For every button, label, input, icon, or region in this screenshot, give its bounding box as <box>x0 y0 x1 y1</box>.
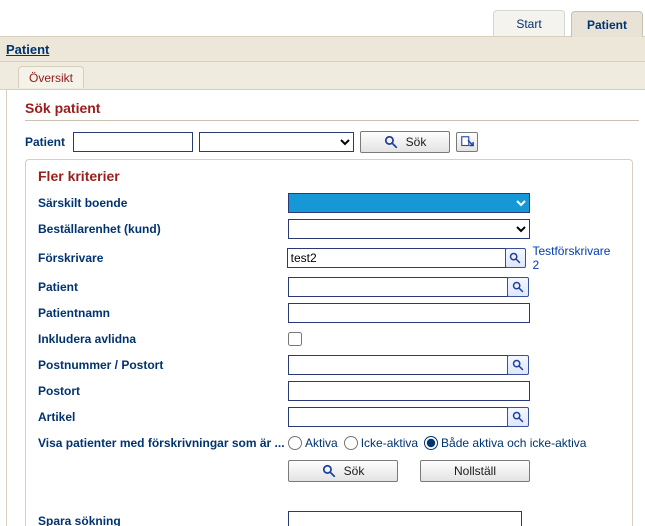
radio-icke-aktiva[interactable]: Icke-aktiva <box>344 436 418 450</box>
patient-label: Patient <box>25 135 73 149</box>
postort-input[interactable] <box>288 381 530 401</box>
spara-label: Spara sökning <box>38 514 288 526</box>
radio-aktiva-label: Aktiva <box>305 436 338 450</box>
magnify-icon <box>512 359 524 371</box>
content-area: Sök patient Patient Sök Fler kriterier S… <box>6 90 645 526</box>
visa-label: Visa patienter med förskrivningar som är… <box>38 436 288 450</box>
magnify-icon <box>322 464 336 478</box>
postort-label: Postort <box>38 384 288 398</box>
criteria-search-button[interactable]: Sök <box>288 460 398 482</box>
divider <box>25 120 639 121</box>
radio-icke-aktiva-input[interactable] <box>344 436 358 450</box>
boende-select[interactable] <box>288 193 530 213</box>
title-bar: Patient <box>0 36 645 62</box>
inkludera-label: Inkludera avlidna <box>38 332 288 346</box>
criteria-search-button-label: Sök <box>344 464 365 478</box>
patient-input[interactable] <box>73 132 193 152</box>
bestallarenhet-label: Beställarenhet (kund) <box>38 222 288 236</box>
boende-label: Särskilt boende <box>38 196 288 210</box>
top-tab-bar: Start Patient <box>0 0 645 36</box>
artikel-label: Artikel <box>38 410 288 424</box>
searchbar: Patient Sök <box>25 131 639 153</box>
radio-aktiva-input[interactable] <box>288 436 302 450</box>
page-title: Patient <box>6 42 49 57</box>
criteria-title: Fler kriterier <box>38 168 620 184</box>
magnify-icon <box>512 411 524 423</box>
forskrivare-lookup-button[interactable] <box>505 248 527 268</box>
magnify-icon <box>384 135 398 149</box>
criteria-box: Fler kriterier Särskilt boende Beställar… <box>25 159 633 526</box>
subtab-overview-label: Översikt <box>29 71 73 85</box>
patient2-input[interactable] <box>288 277 508 297</box>
radio-bada-label: Både aktiva och icke-aktiva <box>441 436 586 450</box>
shortcut-icon <box>460 135 474 149</box>
magnify-icon <box>509 252 521 264</box>
forskrivare-input[interactable] <box>287 248 506 268</box>
tab-start-label: Start <box>516 17 541 31</box>
subtab-overview[interactable]: Översikt <box>18 66 84 88</box>
section-title-search: Sök patient <box>25 100 639 118</box>
radio-bada-input[interactable] <box>424 436 438 450</box>
postnr-input[interactable] <box>288 355 508 375</box>
magnify-icon <box>512 281 524 293</box>
inkludera-checkbox[interactable] <box>288 332 302 346</box>
search-button-label: Sök <box>406 135 427 149</box>
search-button[interactable]: Sök <box>360 131 450 153</box>
postnr-label: Postnummer / Postort <box>38 358 288 372</box>
radio-aktiva[interactable]: Aktiva <box>288 436 338 450</box>
postnr-lookup-button[interactable] <box>507 355 529 375</box>
patient-dropdown[interactable] <box>199 132 354 152</box>
shortcut-button[interactable] <box>456 132 478 152</box>
visa-radio-group: Aktiva Icke-aktiva Både aktiva och icke-… <box>288 436 586 450</box>
subtab-bar: Översikt <box>0 62 645 90</box>
reset-button-label: Nollställ <box>454 464 496 478</box>
tab-patient[interactable]: Patient <box>571 11 643 37</box>
radio-icke-aktiva-label: Icke-aktiva <box>361 436 418 450</box>
patient2-label: Patient <box>38 280 288 294</box>
patientnamn-label: Patientnamn <box>38 306 288 320</box>
spara-input[interactable] <box>288 511 522 526</box>
tab-start[interactable]: Start <box>493 10 565 36</box>
radio-bada[interactable]: Både aktiva och icke-aktiva <box>424 436 586 450</box>
forskrivare-label: Förskrivare <box>38 251 287 265</box>
forskrivare-link[interactable]: Testförskrivare 2 <box>532 244 620 272</box>
reset-button[interactable]: Nollställ <box>420 460 530 482</box>
bestallarenhet-select[interactable] <box>288 219 530 239</box>
patient2-lookup-button[interactable] <box>507 277 529 297</box>
tab-patient-label: Patient <box>587 18 627 32</box>
artikel-input[interactable] <box>288 407 508 427</box>
patientnamn-input[interactable] <box>288 303 530 323</box>
artikel-lookup-button[interactable] <box>507 407 529 427</box>
